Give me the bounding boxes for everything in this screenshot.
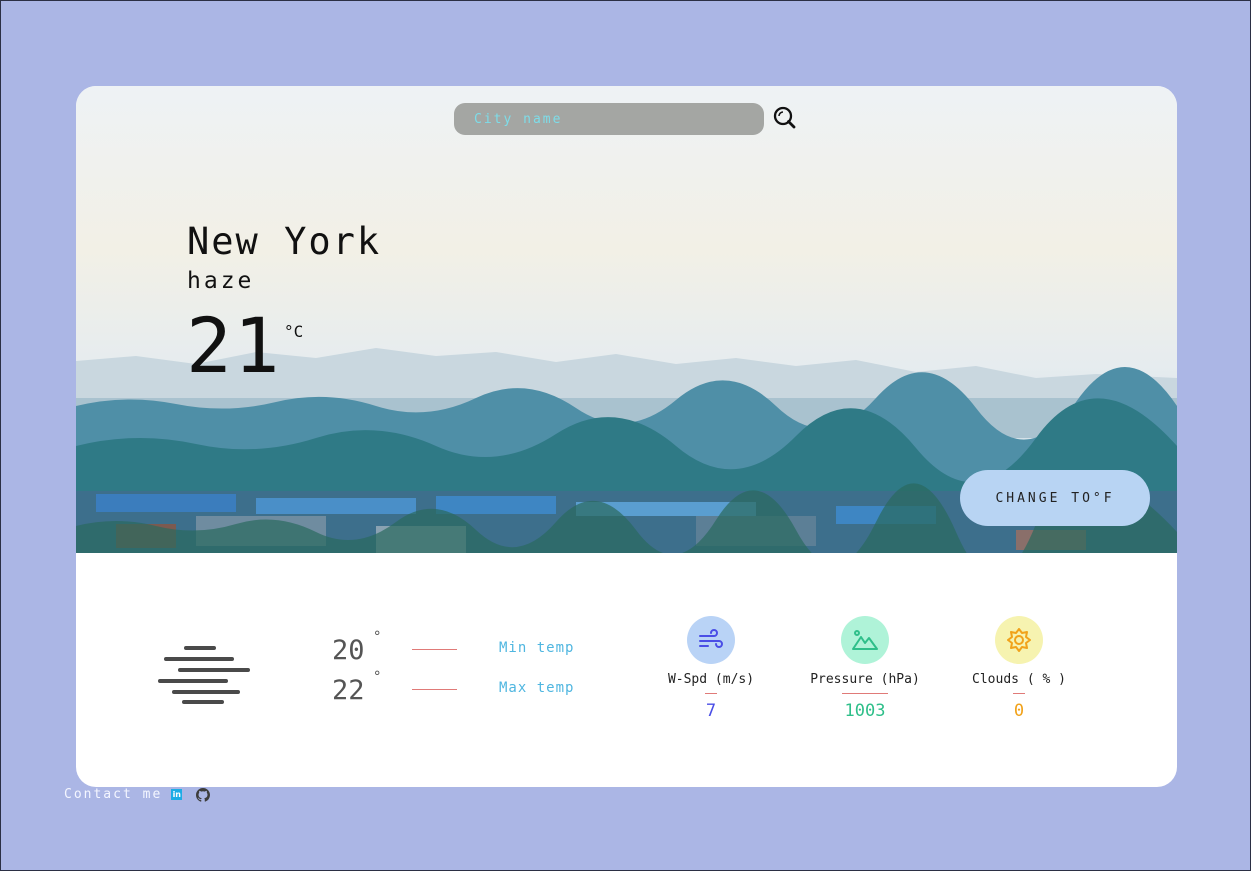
current-temperature: 21 — [186, 301, 282, 390]
details-panel: 20 ° Min temp 22 ° Max temp W-Spd (m/s) … — [76, 553, 1177, 787]
max-temp-value: 22 — [332, 675, 365, 706]
linkedin-icon[interactable]: in — [171, 789, 183, 800]
min-temp-value: 20 — [332, 635, 365, 666]
pressure-stat: Pressure (hPa) 1003 — [790, 616, 940, 721]
weather-card: New York haze 21 °C CHANGE TO°F 20 ° Min… — [76, 86, 1177, 787]
temperature-unit: °C — [284, 322, 304, 341]
clouds-stat: Clouds ( % ) 0 — [944, 616, 1094, 721]
hero-banner: New York haze 21 °C CHANGE TO°F — [76, 86, 1177, 553]
search-button[interactable] — [771, 104, 799, 132]
min-temp-degree: ° — [373, 629, 382, 645]
pressure-divider — [842, 693, 888, 694]
search-icon — [773, 106, 796, 129]
max-temp-degree: ° — [373, 669, 382, 685]
wind-speed-value: 7 — [705, 701, 717, 721]
sun-icon — [1007, 628, 1031, 652]
github-icon[interactable] — [196, 787, 211, 802]
max-temp-label: Max temp — [499, 680, 575, 696]
wind-icon — [699, 629, 723, 648]
mountain-icon — [852, 630, 878, 650]
search-box — [454, 103, 764, 135]
haze-icon — [158, 646, 250, 704]
weather-condition: haze — [187, 268, 255, 294]
clouds-label: Clouds ( % ) — [972, 672, 1066, 687]
contact-label: Contact me — [64, 787, 163, 802]
wind-speed-stat: W-Spd (m/s) 7 — [636, 616, 786, 721]
clouds-divider — [1013, 693, 1025, 694]
min-temp-label: Min temp — [499, 640, 575, 656]
wind-icon-circle — [687, 616, 735, 664]
pressure-value: 1003 — [844, 701, 886, 721]
footer: Contact me in — [64, 787, 211, 802]
max-temp-divider — [412, 689, 457, 690]
sun-icon-circle — [995, 616, 1043, 664]
wind-speed-divider — [705, 693, 717, 694]
mountain-icon-circle — [841, 616, 889, 664]
wind-speed-label: W-Spd (m/s) — [667, 672, 755, 687]
change-unit-button[interactable]: CHANGE TO°F — [960, 470, 1150, 526]
search-input[interactable] — [454, 103, 764, 135]
clouds-value: 0 — [1013, 701, 1025, 721]
min-temp-divider — [412, 649, 457, 650]
pressure-label: Pressure (hPa) — [810, 672, 920, 687]
city-name: New York — [187, 220, 382, 263]
